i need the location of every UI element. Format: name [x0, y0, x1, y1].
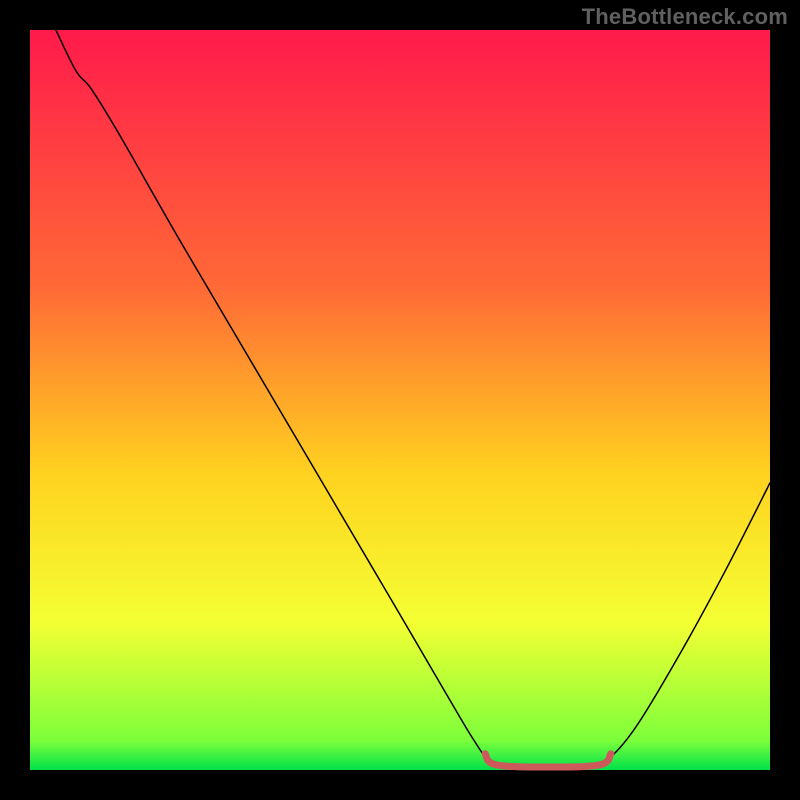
watermark-text: TheBottleneck.com: [582, 4, 788, 30]
gradient-background: [30, 30, 770, 770]
chart-frame: TheBottleneck.com: [0, 0, 800, 800]
bottleneck-chart: [0, 0, 800, 800]
